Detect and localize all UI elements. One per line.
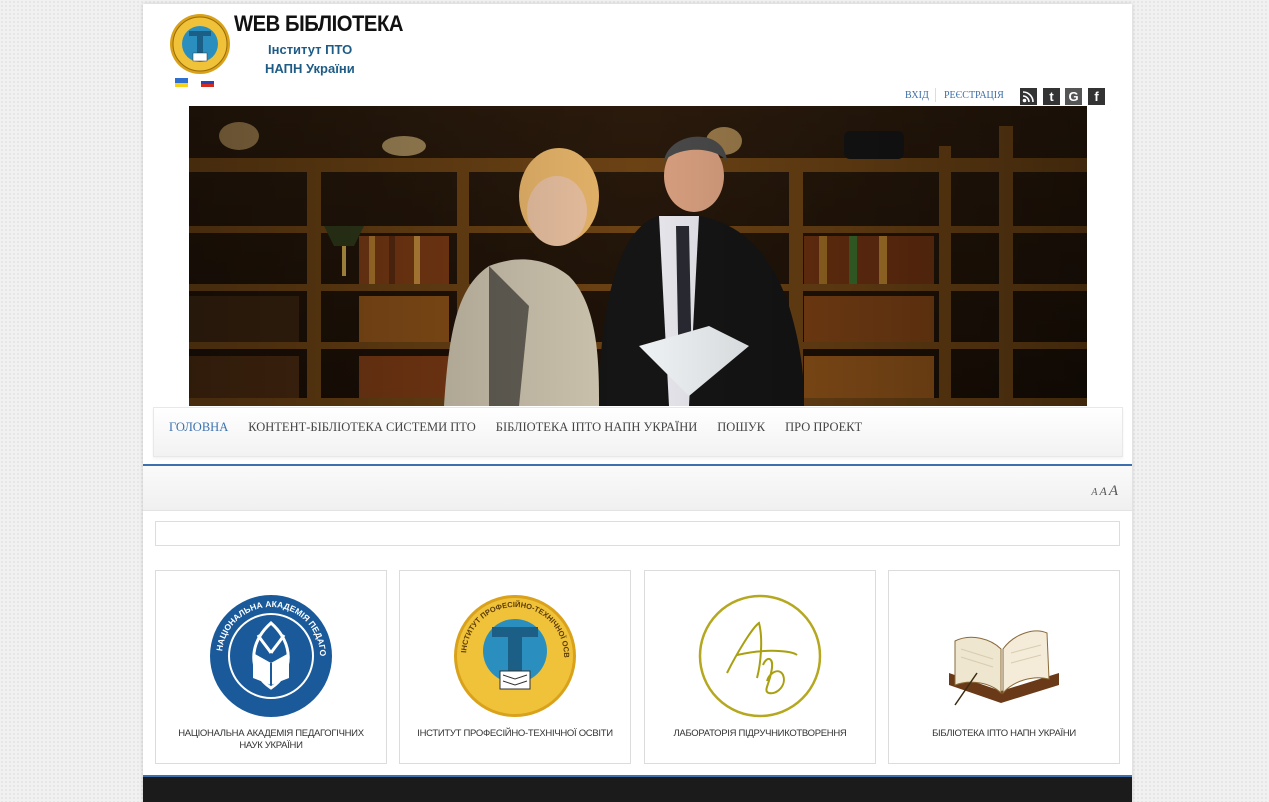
banner-image [189, 106, 1087, 406]
card-laboratory[interactable]: ЛАБОРАТОРІЯ ПІДРУЧНИКОТВОРЕННЯ [644, 570, 876, 764]
rss-icon[interactable] [1020, 88, 1037, 105]
site-logo-icon[interactable] [169, 13, 231, 75]
card-caption: ЛАБОРАТОРІЯ ПІДРУЧНИКОТВОРЕННЯ [673, 728, 847, 739]
facebook-icon[interactable]: f [1088, 88, 1105, 105]
site-title[interactable]: WEB БІБЛІОТЕКА [234, 11, 403, 37]
font-size-controls: AAA [1089, 482, 1118, 500]
nav-item-home[interactable]: ГОЛОВНА [169, 420, 228, 435]
card-napn[interactable]: НАЦІОНАЛЬНА АКАДЕМІЯ ПЕДАГОГІЧНИХ НАУК У… [155, 570, 387, 764]
card-caption: НАЦІОНАЛЬНА АКАДЕМІЯ ПЕДАГОГІЧНИХ НАУК У… [178, 728, 364, 751]
toolbar: AAA [143, 466, 1132, 511]
site-subtitle-academy: НАПН України [265, 61, 355, 76]
nav-item-content-library[interactable]: КОНТЕНТ-БІБЛІОТЕКА СИСТЕМИ ПТО [248, 420, 476, 435]
main-navigation: ГОЛОВНА КОНТЕНТ-БІБЛІОТЕКА СИСТЕМИ ПТО Б… [153, 407, 1123, 457]
login-link[interactable]: ВХІД [905, 90, 929, 101]
nav-menu: ГОЛОВНА КОНТЕНТ-БІБЛІОТЕКА СИСТЕМИ ПТО Б… [169, 420, 882, 435]
card-caption: ІНСТИТУТ ПРОФЕСІЙНО-ТЕХНІЧНОЇ ОСВІТИ [417, 728, 613, 739]
lab-monogram-icon [698, 594, 822, 718]
site-subtitle-institute: Інститут ПТО [268, 42, 353, 57]
nav-item-ipto-library[interactable]: БІБЛІОТЕКА ІПТО НАПН УКРАЇНИ [496, 420, 697, 435]
napn-seal-icon: НАЦІОНАЛЬНА АКАДЕМІЯ ПЕДАГОГІЧНИХ НАУК У… [208, 593, 332, 717]
card-ipto[interactable]: ІНСТИТУТ ПРОФЕСІЙНО-ТЕХНІЧНОЇ ОСВІТИ ІНС… [399, 570, 631, 764]
ipto-seal-icon: ІНСТИТУТ ПРОФЕСІЙНО-ТЕХНІЧНОЇ ОСВІТИ [452, 593, 576, 717]
language-flag-russian[interactable] [201, 78, 214, 87]
card-ipto-library[interactable]: БІБЛІОТЕКА ІПТО НАПН УКРАЇНИ [888, 570, 1120, 764]
auth-divider [935, 88, 936, 102]
card-caption: БІБЛІОТЕКА ІПТО НАПН УКРАЇНИ [932, 728, 1076, 739]
nav-item-about[interactable]: ПРО ПРОЕКТ [785, 420, 862, 435]
page: WEB БІБЛІОТЕКА Інститут ПТО НАПН України… [143, 4, 1132, 802]
breadcrumb-box [155, 521, 1120, 546]
tumblr-icon[interactable]: t [1043, 88, 1060, 105]
register-link[interactable]: РЕЄСТРАЦІЯ [944, 90, 1004, 101]
footer [143, 777, 1132, 802]
font-size-large-button[interactable]: A [1109, 483, 1118, 499]
language-flag-ukrainian[interactable] [175, 78, 188, 87]
open-book-icon [949, 630, 1059, 706]
font-size-small-button[interactable]: A [1091, 487, 1097, 498]
google-icon[interactable]: G [1065, 88, 1082, 105]
font-size-medium-button[interactable]: A [1099, 484, 1106, 498]
nav-item-search[interactable]: ПОШУК [717, 420, 765, 435]
